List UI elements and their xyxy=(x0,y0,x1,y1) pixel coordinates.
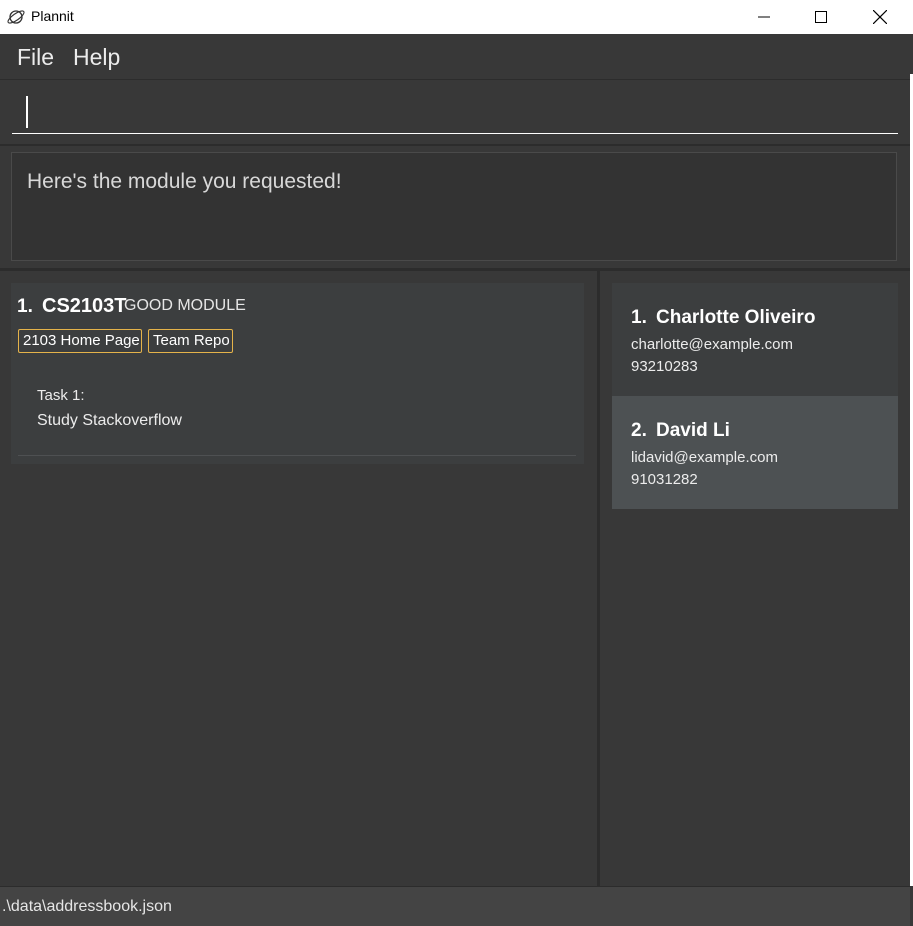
person-email: charlotte@example.com xyxy=(631,336,793,353)
command-box xyxy=(0,80,910,146)
person-index: 1. xyxy=(631,307,647,328)
module-link-tag[interactable]: 2103 Home Page xyxy=(18,329,142,353)
text-caret xyxy=(26,96,28,128)
window-title: Plannit xyxy=(31,8,74,24)
module-link-tag[interactable]: Team Repo xyxy=(148,329,233,353)
maximize-button[interactable] xyxy=(798,0,844,34)
result-box: Here's the module you requested! xyxy=(11,152,897,261)
task-description: Study Stackoverflow xyxy=(37,412,182,429)
person-card[interactable]: 1. Charlotte Oliveiro charlotte@example.… xyxy=(612,283,898,396)
menu-file[interactable]: File xyxy=(17,44,54,71)
person-name: Charlotte Oliveiro xyxy=(656,307,816,328)
window-titlebar: Plannit xyxy=(0,0,913,34)
person-index: 2. xyxy=(631,420,647,441)
result-message: Here's the module you requested! xyxy=(27,170,342,193)
command-input[interactable] xyxy=(12,88,898,134)
module-index: 1. xyxy=(17,296,33,317)
menu-help[interactable]: Help xyxy=(73,44,120,71)
maximize-icon xyxy=(815,11,827,23)
task-label: Task 1: xyxy=(37,387,85,404)
planet-icon xyxy=(6,7,26,27)
module-name: GOOD MODULE xyxy=(124,297,246,314)
minimize-button[interactable] xyxy=(741,0,787,34)
person-phone: 93210283 xyxy=(631,358,698,375)
person-list-panel: 1. Charlotte Oliveiro charlotte@example.… xyxy=(600,271,910,886)
close-icon xyxy=(873,10,887,24)
status-bar: .\data\addressbook.json xyxy=(0,886,910,926)
person-phone: 91031282 xyxy=(631,471,698,488)
person-name: David Li xyxy=(656,420,730,441)
result-display: Here's the module you requested! xyxy=(0,146,910,271)
close-button[interactable] xyxy=(857,0,903,34)
menu-bar: File Help xyxy=(0,34,910,80)
module-list-panel: 1. CS2103T GOOD MODULE 2103 Home Page Te… xyxy=(0,271,597,886)
person-card-selected[interactable]: 2. David Li lidavid@example.com 91031282 xyxy=(612,396,898,509)
save-location: .\data\addressbook.json xyxy=(2,898,172,915)
task-divider xyxy=(18,455,576,456)
module-card[interactable]: 1. CS2103T GOOD MODULE 2103 Home Page Te… xyxy=(11,283,584,464)
module-code: CS2103T xyxy=(42,295,127,317)
person-email: lidavid@example.com xyxy=(631,449,778,466)
minimize-icon xyxy=(758,16,770,18)
